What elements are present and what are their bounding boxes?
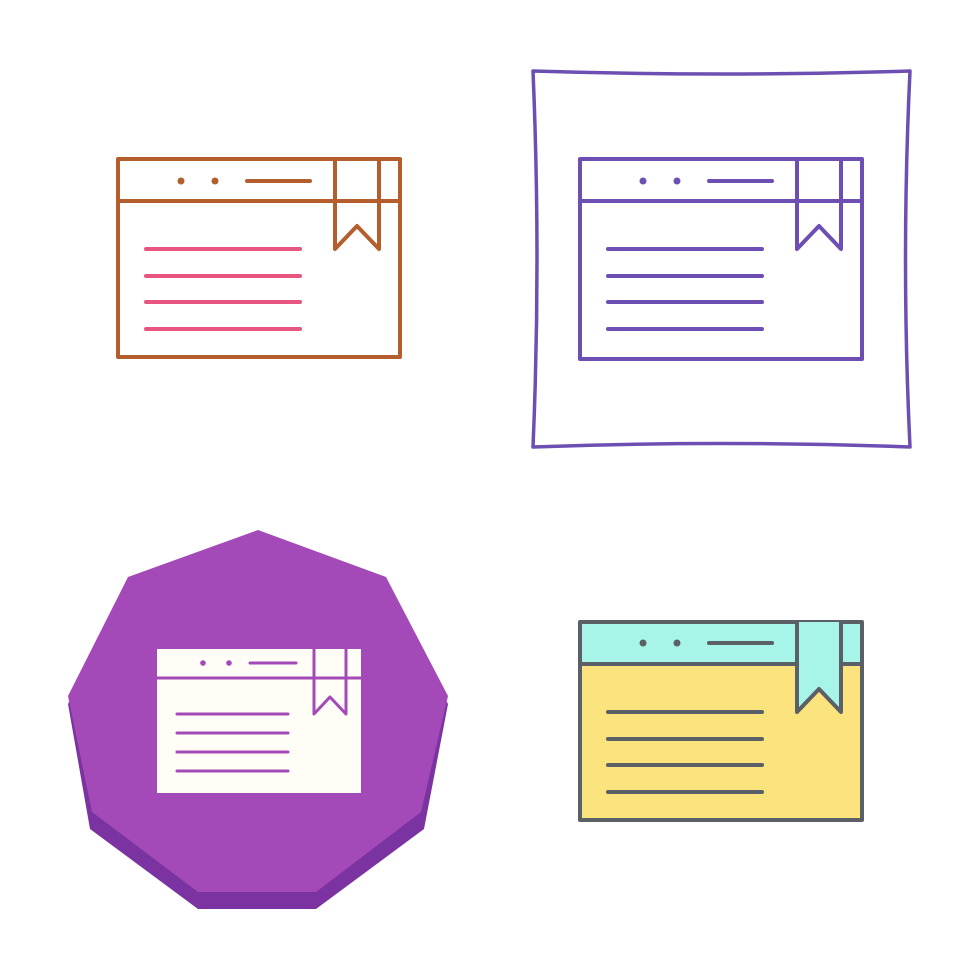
hand-drawn-box <box>531 69 912 449</box>
bookmark-ribbon-icon <box>333 157 381 251</box>
browser-dot-icon <box>673 177 681 185</box>
browser-dot-icon <box>177 177 185 185</box>
browser-dot-icon <box>639 639 647 647</box>
browser-dot-icon <box>211 177 219 185</box>
browser-dot-icon <box>226 660 232 666</box>
browser-dot-icon <box>200 660 206 666</box>
bookmark-ribbon-icon <box>795 157 843 251</box>
browser-dot-icon <box>639 177 647 185</box>
browser-dot-icon <box>673 639 681 647</box>
bookmarked-webpage-icon-line <box>116 157 402 359</box>
icon-set-canvas <box>0 0 980 980</box>
icon-set-svg <box>68 69 912 909</box>
bookmarked-webpage-icon-glyph <box>68 530 448 909</box>
bookmarked-webpage-icon-boxed <box>531 69 912 449</box>
bookmarked-webpage-icon-filled <box>578 620 864 822</box>
